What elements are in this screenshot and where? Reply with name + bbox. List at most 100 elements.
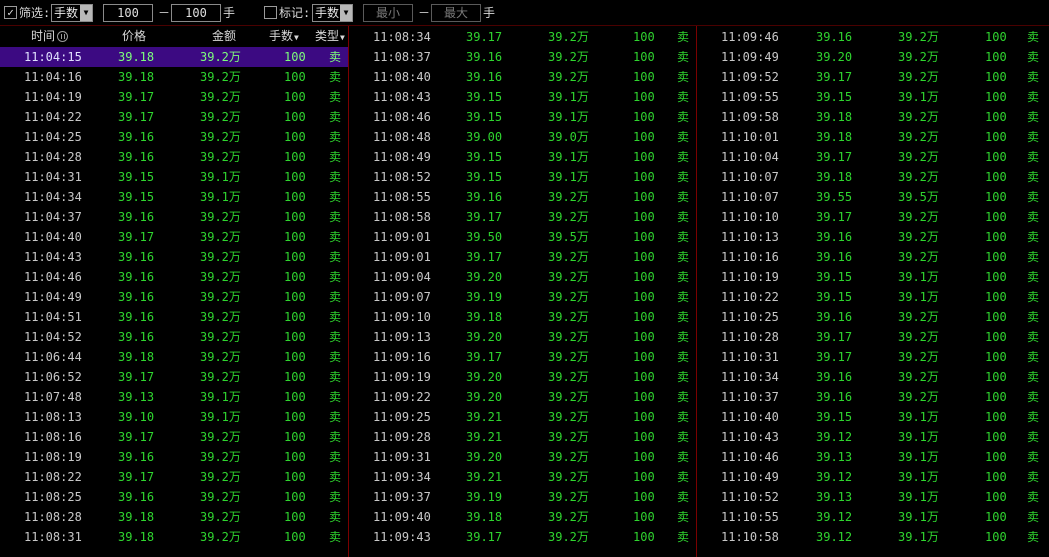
table-row[interactable]: 11:10:43 39.12 39.1万 100 卖 (697, 427, 1049, 447)
table-row[interactable]: 11:08:25 39.16 39.2万 100 卖 (0, 487, 348, 507)
table-row[interactable]: 11:04:37 39.16 39.2万 100 卖 (0, 207, 348, 227)
table-row[interactable]: 11:10:49 39.12 39.1万 100 卖 (697, 467, 1049, 487)
table-row[interactable]: 11:09:10 39.18 39.2万 100 卖 (349, 307, 696, 327)
cell-time: 11:04:37 (24, 210, 82, 224)
table-row[interactable]: 11:10:40 39.15 39.1万 100 卖 (697, 407, 1049, 427)
table-row[interactable]: 11:10:55 39.12 39.1万 100 卖 (697, 507, 1049, 527)
table-row[interactable]: 11:10:10 39.17 39.2万 100 卖 (697, 207, 1049, 227)
table-row[interactable]: 11:04:52 39.16 39.2万 100 卖 (0, 327, 348, 347)
table-row[interactable]: 11:09:31 39.20 39.2万 100 卖 (349, 447, 696, 467)
table-row[interactable]: 11:04:51 39.16 39.2万 100 卖 (0, 307, 348, 327)
cell-price: 39.12 (816, 530, 853, 544)
table-row[interactable]: 11:10:22 39.15 39.1万 100 卖 (697, 287, 1049, 307)
table-row[interactable]: 11:08:58 39.17 39.2万 100 卖 (349, 207, 696, 227)
filter-min-input[interactable] (103, 4, 153, 22)
table-row[interactable]: 11:10:52 39.13 39.1万 100 卖 (697, 487, 1049, 507)
table-row[interactable]: 11:08:40 39.16 39.2万 100 卖 (349, 67, 696, 87)
table-row[interactable]: 11:09:13 39.20 39.2万 100 卖 (349, 327, 696, 347)
table-row[interactable]: 11:09:37 39.19 39.2万 100 卖 (349, 487, 696, 507)
table-row[interactable]: 11:09:34 39.21 39.2万 100 卖 (349, 467, 696, 487)
table-row[interactable]: 11:10:01 39.18 39.2万 100 卖 (697, 127, 1049, 147)
table-row[interactable]: 11:09:46 39.16 39.2万 100 卖 (697, 27, 1049, 47)
header-time[interactable]: 时间 (31, 27, 69, 45)
filter-checkbox[interactable]: ✓ (4, 6, 17, 19)
header-amount[interactable]: 金额 (212, 27, 236, 45)
table-row[interactable]: 11:09:52 39.17 39.2万 100 卖 (697, 67, 1049, 87)
table-row[interactable]: 11:04:28 39.16 39.2万 100 卖 (0, 147, 348, 167)
table-row[interactable]: 11:09:55 39.15 39.1万 100 卖 (697, 87, 1049, 107)
table-row[interactable]: 11:04:16 39.18 39.2万 100 卖 (0, 67, 348, 87)
dropdown-arrow-icon: ▼ (80, 5, 92, 21)
table-row[interactable]: 11:08:28 39.18 39.2万 100 卖 (0, 507, 348, 527)
table-row[interactable]: 11:08:31 39.18 39.2万 100 卖 (0, 527, 348, 547)
table-row[interactable]: 11:04:46 39.16 39.2万 100 卖 (0, 267, 348, 287)
cell-amount: 39.1万 (898, 270, 939, 284)
table-row[interactable]: 11:09:40 39.18 39.2万 100 卖 (349, 507, 696, 527)
table-row[interactable]: 11:10:07 39.55 39.5万 100 卖 (697, 187, 1049, 207)
table-row[interactable]: 11:09:04 39.20 39.2万 100 卖 (349, 267, 696, 287)
cell-price: 39.17 (118, 110, 155, 124)
table-row[interactable]: 11:04:22 39.17 39.2万 100 卖 (0, 107, 348, 127)
cell-price: 39.17 (466, 250, 503, 264)
table-row[interactable]: 11:10:31 39.17 39.2万 100 卖 (697, 347, 1049, 367)
table-row[interactable]: 11:10:04 39.17 39.2万 100 卖 (697, 147, 1049, 167)
table-row[interactable]: 11:09:25 39.21 39.2万 100 卖 (349, 407, 696, 427)
mark-checkbox[interactable] (264, 6, 277, 19)
table-row[interactable]: 11:09:58 39.18 39.2万 100 卖 (697, 107, 1049, 127)
filter-field-select[interactable]: 手数 ▼ (51, 4, 93, 22)
table-row[interactable]: 11:09:01 39.50 39.5万 100 卖 (349, 227, 696, 247)
filter-max-input[interactable] (171, 4, 221, 22)
table-row[interactable]: 11:09:01 39.17 39.2万 100 卖 (349, 247, 696, 267)
table-row[interactable]: 11:08:43 39.15 39.1万 100 卖 (349, 87, 696, 107)
pause-icon[interactable] (57, 31, 69, 42)
cell-volume: 100 (633, 30, 655, 44)
table-row[interactable]: 11:09:19 39.20 39.2万 100 卖 (349, 367, 696, 387)
table-row[interactable]: 11:10:07 39.18 39.2万 100 卖 (697, 167, 1049, 187)
table-row[interactable]: 11:09:22 39.20 39.2万 100 卖 (349, 387, 696, 407)
cell-volume: 100 (633, 150, 655, 164)
table-row[interactable]: 11:08:37 39.16 39.2万 100 卖 (349, 47, 696, 67)
table-row[interactable]: 11:09:07 39.19 39.2万 100 卖 (349, 287, 696, 307)
table-row[interactable]: 11:08:49 39.15 39.1万 100 卖 (349, 147, 696, 167)
table-row[interactable]: 11:04:43 39.16 39.2万 100 卖 (0, 247, 348, 267)
table-row[interactable]: 11:04:49 39.16 39.2万 100 卖 (0, 287, 348, 307)
table-row[interactable]: 11:06:52 39.17 39.2万 100 卖 (0, 367, 348, 387)
table-row[interactable]: 11:09:16 39.17 39.2万 100 卖 (349, 347, 696, 367)
table-row[interactable]: 11:08:52 39.15 39.1万 100 卖 (349, 167, 696, 187)
table-row[interactable]: 11:04:31 39.15 39.1万 100 卖 (0, 167, 348, 187)
table-row[interactable]: 11:08:22 39.17 39.2万 100 卖 (0, 467, 348, 487)
table-row[interactable]: 11:04:25 39.16 39.2万 100 卖 (0, 127, 348, 147)
table-row[interactable]: 11:08:34 39.17 39.2万 100 卖 (349, 27, 696, 47)
table-row[interactable]: 11:09:43 39.17 39.2万 100 卖 (349, 527, 696, 547)
table-row[interactable]: 11:08:16 39.17 39.2万 100 卖 (0, 427, 348, 447)
table-row[interactable]: 11:07:48 39.13 39.1万 100 卖 (0, 387, 348, 407)
cell-volume: 100 (985, 190, 1007, 204)
table-row[interactable]: 11:10:34 39.16 39.2万 100 卖 (697, 367, 1049, 387)
table-row[interactable]: 11:09:49 39.20 39.2万 100 卖 (697, 47, 1049, 67)
header-price[interactable]: 价格 (122, 27, 146, 45)
table-row[interactable]: 11:06:44 39.18 39.2万 100 卖 (0, 347, 348, 367)
mark-field-select[interactable]: 手数 ▼ (312, 4, 353, 22)
mark-min-input[interactable] (363, 4, 413, 22)
table-row[interactable]: 11:10:19 39.15 39.1万 100 卖 (697, 267, 1049, 287)
table-row[interactable]: 11:08:55 39.16 39.2万 100 卖 (349, 187, 696, 207)
table-row[interactable]: 11:04:34 39.15 39.1万 100 卖 (0, 187, 348, 207)
table-row[interactable]: 11:04:40 39.17 39.2万 100 卖 (0, 227, 348, 247)
header-type[interactable]: 类型▼ (315, 27, 345, 45)
table-row[interactable]: 11:10:13 39.16 39.2万 100 卖 (697, 227, 1049, 247)
mark-max-input[interactable] (431, 4, 481, 22)
table-row[interactable]: 11:10:16 39.16 39.2万 100 卖 (697, 247, 1049, 267)
table-row[interactable]: 11:08:19 39.16 39.2万 100 卖 (0, 447, 348, 467)
table-row[interactable]: 11:10:46 39.13 39.1万 100 卖 (697, 447, 1049, 467)
table-row[interactable]: 11:10:37 39.16 39.2万 100 卖 (697, 387, 1049, 407)
table-row[interactable]: 11:10:25 39.16 39.2万 100 卖 (697, 307, 1049, 327)
table-row[interactable]: 11:04:15 39.18 39.2万 100 卖 (0, 47, 348, 67)
header-volume[interactable]: 手数▼ (269, 27, 299, 45)
table-row[interactable]: 11:08:46 39.15 39.1万 100 卖 (349, 107, 696, 127)
table-row[interactable]: 11:09:28 39.21 39.2万 100 卖 (349, 427, 696, 447)
table-row[interactable]: 11:04:19 39.17 39.2万 100 卖 (0, 87, 348, 107)
table-row[interactable]: 11:08:48 39.00 39.0万 100 卖 (349, 127, 696, 147)
table-row[interactable]: 11:08:13 39.10 39.1万 100 卖 (0, 407, 348, 427)
table-row[interactable]: 11:10:58 39.12 39.1万 100 卖 (697, 527, 1049, 547)
table-row[interactable]: 11:10:28 39.17 39.2万 100 卖 (697, 327, 1049, 347)
